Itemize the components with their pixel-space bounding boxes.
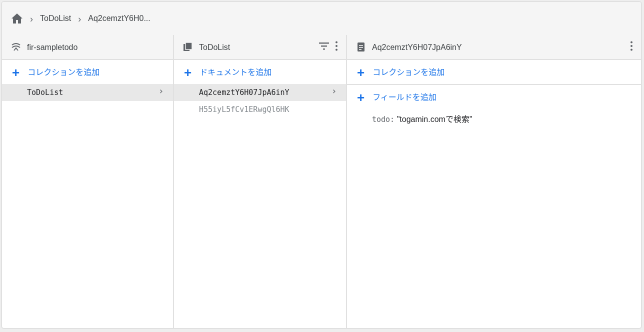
chevron-right-icon: ›: [78, 13, 82, 24]
document-title: Aq2cemztY6H07JpA6inY: [372, 42, 462, 52]
add-subcollection-button[interactable]: + コレクションを追加: [347, 60, 641, 84]
more-vert-icon[interactable]: [335, 41, 338, 51]
document-item-selected[interactable]: Aq2cemztY6H07JpA6inY ›: [174, 84, 346, 101]
document-icon: [357, 42, 365, 52]
document-field[interactable]: todo: "togamin.comで検索": [347, 114, 641, 125]
collections-panel: fir-sampletodo + コレクションを追加 ToDoList ›: [2, 35, 174, 328]
add-field-label: フィールドを追加: [372, 93, 437, 102]
plus-icon: +: [12, 64, 20, 80]
firestore-data-viewer: › ToDoList › Aq2cemztY6H0... fir-samplet…: [1, 1, 642, 329]
documents-panel: ToDoList + ドキュメントを追加 Aq2cemztY6H07JpA6in…: [174, 35, 347, 328]
collection-item-label: ToDoList: [27, 88, 64, 97]
plus-icon: +: [357, 64, 365, 80]
filter-icon[interactable]: [319, 42, 329, 50]
plus-icon: +: [184, 64, 192, 80]
collections-panel-header: fir-sampletodo: [2, 35, 173, 60]
add-collection-label: コレクションを追加: [27, 67, 100, 77]
add-document-label: ドキュメントを追加: [199, 67, 272, 77]
documents-panel-header: ToDoList: [174, 35, 346, 60]
collection-title: ToDoList: [199, 42, 231, 52]
document-item-label: H55iyL5fCv1ERwgQl6HK: [199, 105, 290, 114]
more-vert-icon[interactable]: [630, 41, 633, 51]
chevron-right-icon: ›: [159, 87, 163, 97]
home-icon[interactable]: [11, 13, 23, 24]
plus-icon: +: [357, 90, 365, 105]
database-icon: [11, 43, 21, 51]
breadcrumb-item-collection[interactable]: ToDoList: [40, 14, 71, 23]
breadcrumb: › ToDoList › Aq2cemztY6H0...: [2, 2, 641, 36]
collection-item-todolist[interactable]: ToDoList ›: [2, 84, 173, 101]
add-collection-button[interactable]: + コレクションを追加: [2, 60, 173, 84]
breadcrumb-item-document[interactable]: Aq2cemztY6H0...: [88, 14, 150, 23]
field-value: "togamin.comで検索": [396, 115, 473, 124]
document-panel: Aq2cemztY6H07JpA6inY + コレクションを追加 + フィールド…: [347, 35, 641, 328]
add-subcollection-label: コレクションを追加: [372, 67, 445, 77]
chevron-right-icon: ›: [30, 13, 33, 24]
add-document-button[interactable]: + ドキュメントを追加: [174, 60, 346, 84]
field-key: todo:: [372, 115, 395, 124]
document-panel-header: Aq2cemztY6H07JpA6inY: [347, 35, 641, 60]
document-item-label: Aq2cemztY6H07JpA6inY: [199, 88, 290, 97]
chevron-right-icon: ›: [332, 87, 336, 97]
document-item[interactable]: H55iyL5fCv1ERwgQl6HK: [174, 101, 346, 118]
collection-icon: [183, 42, 193, 51]
project-title: fir-sampletodo: [27, 42, 78, 52]
add-field-button[interactable]: + フィールドを追加: [347, 84, 641, 110]
